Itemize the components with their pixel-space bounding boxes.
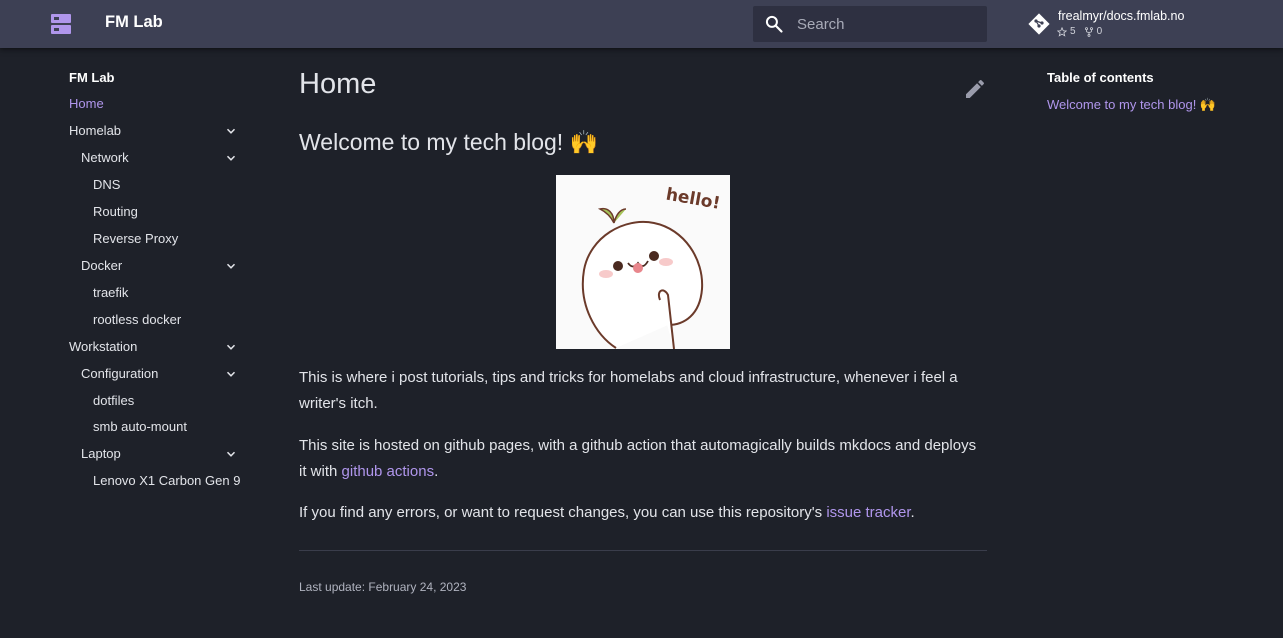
edit-icon[interactable] (963, 77, 987, 101)
forks-count: 0 (1096, 26, 1103, 37)
server-icon[interactable] (51, 14, 71, 34)
repo-name: frealmyr/docs.fmlab.no (1058, 9, 1185, 23)
nav-item-reverse-proxy[interactable]: Reverse Proxy (93, 229, 178, 249)
chevron-down-icon[interactable] (224, 367, 238, 381)
nav-item-docker[interactable]: Docker (81, 256, 122, 276)
fork-icon (1084, 26, 1093, 37)
toc-link-welcome[interactable]: Welcome to my tech blog! 🙌 (1047, 97, 1216, 113)
nav-item-routing[interactable]: Routing (93, 202, 138, 222)
chevron-down-icon[interactable] (224, 124, 238, 138)
intro-paragraph: This is where i post tutorials, tips and… (299, 369, 958, 412)
git-icon (1027, 12, 1051, 36)
nav-item-dotfiles[interactable]: dotfiles (93, 391, 134, 411)
nav-item-configuration[interactable]: Configuration (81, 364, 158, 384)
search-input[interactable] (797, 6, 977, 42)
issues-text: If you find any errors, or want to reque… (299, 504, 827, 521)
repo-facts: 5 0 (1057, 26, 1110, 37)
nav-item-laptop[interactable]: Laptop (81, 444, 121, 464)
nav-item-dns[interactable]: DNS (93, 175, 120, 195)
hello-text: hello! (664, 185, 721, 214)
chevron-down-icon[interactable] (224, 340, 238, 354)
page-title: Home (299, 68, 377, 100)
nav-item-homelab[interactable]: Homelab (69, 121, 121, 141)
header: FM Lab frealmyr/docs.fmlab.no 5 (0, 0, 1283, 48)
github-actions-link[interactable]: github actions (342, 463, 435, 480)
issues-paragraph: If you find any errors, or want to reque… (299, 500, 987, 526)
hero-image: hello! (556, 175, 730, 350)
nav-item-network[interactable]: Network (81, 148, 129, 168)
chevron-down-icon[interactable] (224, 151, 238, 165)
content-divider (299, 550, 987, 551)
search-icon (764, 14, 784, 34)
section-heading: Welcome to my tech blog! 🙌 (299, 129, 599, 155)
nav-item-smb-auto-mount[interactable]: smb auto-mount (93, 417, 187, 437)
site-title[interactable]: FM Lab (105, 13, 163, 32)
nav-item-workstation[interactable]: Workstation (69, 337, 137, 357)
toc-title: Table of contents (1047, 70, 1154, 85)
chevron-down-icon[interactable] (224, 259, 238, 273)
star-icon (1057, 26, 1067, 37)
repo-forks: 0 (1084, 26, 1103, 37)
hosting-text-end: . (434, 462, 439, 480)
search-box[interactable] (753, 6, 987, 42)
nav-item-rootless-docker[interactable]: rootless docker (93, 310, 181, 330)
last-update: Last update: February 24, 2023 (299, 580, 467, 594)
nav-title: FM Lab (69, 70, 115, 85)
nav-item-lenovo-x1[interactable]: Lenovo X1 Carbon Gen 9 (93, 471, 240, 491)
repo-link[interactable]: frealmyr/docs.fmlab.no 5 0 (1027, 9, 1267, 39)
nav-item-home[interactable]: Home (69, 94, 104, 114)
issues-text-end: . (910, 504, 915, 521)
stars-count: 5 (1070, 26, 1076, 37)
nav-item-traefik[interactable]: traefik (93, 283, 128, 303)
hosting-paragraph: This site is hosted on github pages, wit… (299, 433, 987, 484)
chevron-down-icon[interactable] (224, 447, 238, 461)
repo-stars: 5 (1057, 26, 1076, 37)
issue-tracker-link[interactable]: issue tracker (826, 504, 910, 521)
